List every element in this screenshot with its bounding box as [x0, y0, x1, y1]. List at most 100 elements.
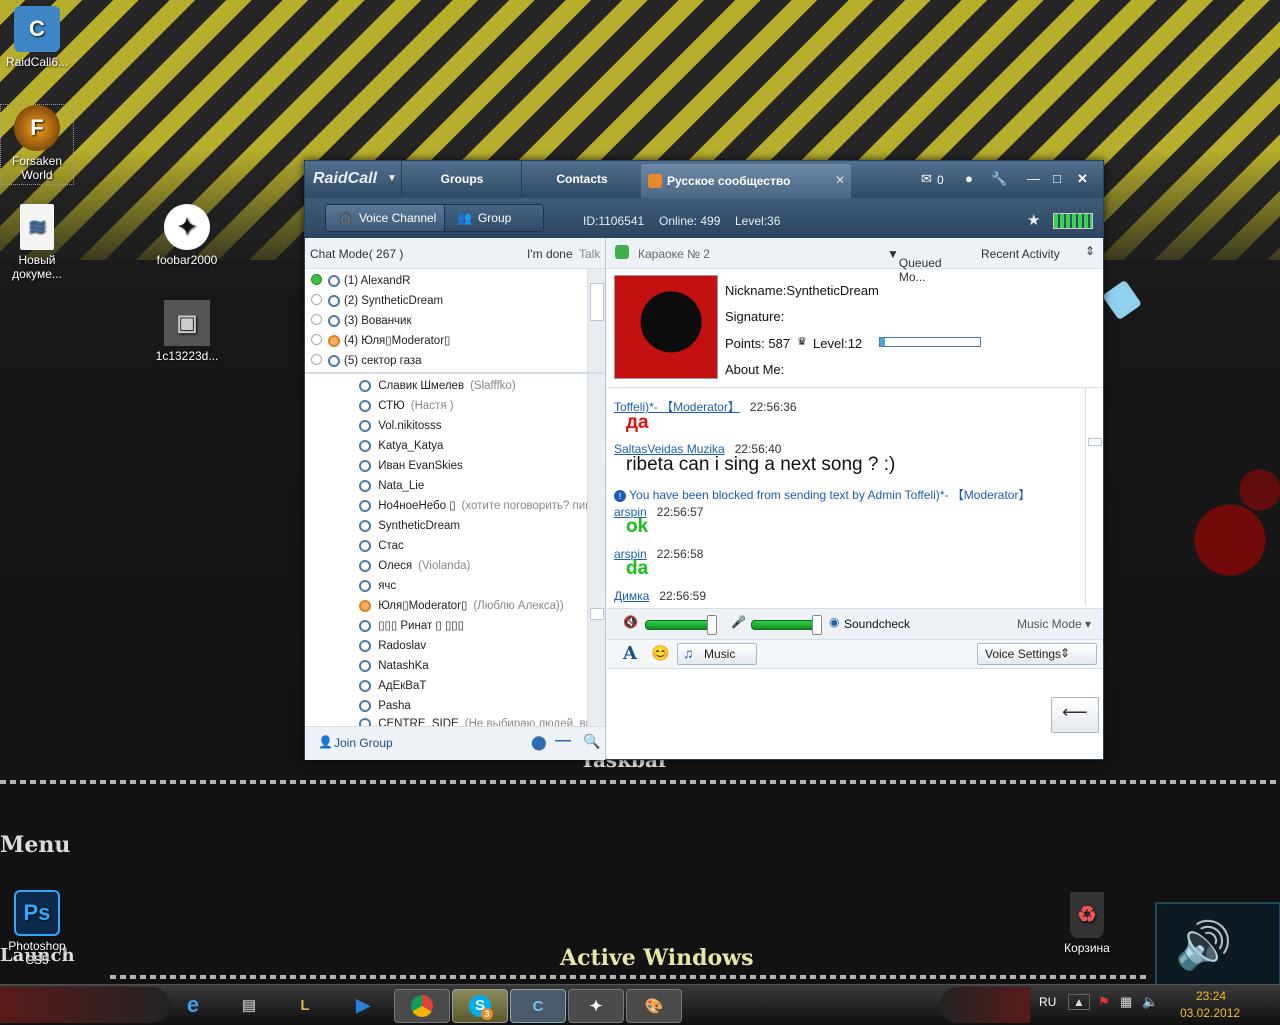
- search-icon[interactable]: 🔍: [583, 733, 600, 750]
- clock-time[interactable]: 23:24: [1196, 989, 1226, 1003]
- list-item[interactable]: Стас: [359, 536, 410, 556]
- clock-date[interactable]: 03.02.2012: [1180, 1006, 1240, 1020]
- music-mode-dropdown[interactable]: Music Mode ▾: [1017, 617, 1091, 631]
- raidcall-taskbar-icon[interactable]: C: [510, 989, 566, 1023]
- list-item[interactable]: ▯▯▯ Ринат ▯ ▯▯▯: [359, 616, 470, 636]
- chrome-taskbar-icon[interactable]: [394, 989, 450, 1023]
- nav-groups[interactable]: Groups: [401, 161, 522, 198]
- desktop-icon-label: RaidCall6...: [5, 55, 69, 69]
- skype-taskbar-icon[interactable]: S 3: [452, 989, 508, 1023]
- message-input[interactable]: [607, 669, 1103, 759]
- recent-activity-tab[interactable]: Recent Activity: [981, 247, 1060, 261]
- minimize-button[interactable]: —: [1027, 171, 1040, 186]
- list-item[interactable]: Славик Шмелев (Slafffko): [359, 376, 516, 396]
- location-pin-icon[interactable]: ⬤: [531, 734, 547, 751]
- paint-taskbar-icon[interactable]: 🎨: [626, 989, 682, 1023]
- list-item[interactable]: CENTRE_SIDE (Не выбираю людей, выб: [359, 714, 600, 726]
- speaker-volume-widget[interactable]: 🔊: [1155, 902, 1280, 988]
- queue-item[interactable]: (3) Вованчик: [311, 311, 412, 331]
- user-icon: [328, 355, 340, 367]
- list-item[interactable]: Pasha: [359, 696, 417, 716]
- group-tab[interactable]: 👥 Group: [444, 204, 544, 232]
- scroll-thumb[interactable]: [590, 608, 604, 620]
- list-item[interactable]: Katya_Katya: [359, 436, 449, 456]
- slider-handle[interactable]: [707, 615, 717, 635]
- show-hidden-icons[interactable]: ▲: [1068, 994, 1090, 1010]
- foobar-taskbar-icon[interactable]: ✦: [568, 989, 624, 1023]
- chat-author-link[interactable]: Димка: [614, 589, 649, 603]
- tab-group-room[interactable]: Русское сообщество ✕: [641, 164, 851, 198]
- list-item[interactable]: Radoslav: [359, 636, 432, 656]
- desktop-icon-video-file[interactable]: ▣ 1c13223d...: [150, 300, 224, 363]
- list-item[interactable]: Олеся (Violanda): [359, 556, 470, 576]
- favorite-star-icon[interactable]: ★: [1027, 211, 1040, 229]
- chat-bubble-icon[interactable]: ●: [965, 171, 973, 186]
- im-done-button[interactable]: I'm done: [527, 247, 573, 261]
- microphone-icon[interactable]: 🎤: [731, 615, 746, 629]
- talk-button[interactable]: Talk: [579, 247, 600, 261]
- desktop-icon-raidcall[interactable]: C RaidCall6...: [0, 6, 74, 69]
- printer-taskbar-icon[interactable]: ▤: [222, 989, 276, 1021]
- group-label: Group: [477, 211, 512, 225]
- list-item[interactable]: Юля▯Moderator▯ (Люблю Алекса)): [359, 596, 564, 616]
- list-item[interactable]: АдЕкВаТ: [359, 676, 432, 696]
- desktop-icon-new-document[interactable]: ≋ Новый докуме...: [0, 204, 74, 281]
- raidcall-logo[interactable]: RaidCall: [313, 170, 377, 188]
- voice-settings-button[interactable]: Voice Settings ⇕: [977, 643, 1097, 665]
- chat-scrollbar[interactable]: [1085, 388, 1103, 606]
- list-item[interactable]: NatashKa: [359, 656, 435, 676]
- volume-icon[interactable]: 🔈: [1142, 994, 1158, 1010]
- send-button[interactable]: ⟵: [1051, 697, 1099, 733]
- music-button[interactable]: ♫ Music: [677, 643, 757, 665]
- list-item[interactable]: СТЮ (Настя ): [359, 396, 454, 416]
- queue-item[interactable]: (5) сектор газа: [311, 351, 422, 371]
- speaker-mute-icon[interactable]: 🔇: [623, 615, 638, 629]
- start-button[interactable]: [0, 987, 170, 1023]
- queue-item[interactable]: (4) Юля▯Moderator▯: [311, 331, 450, 351]
- queue-scrollbar[interactable]: [587, 269, 605, 372]
- list-item[interactable]: ячс: [359, 576, 402, 596]
- desktop-icon-forsaken-world[interactable]: F Forsaken World: [0, 104, 74, 185]
- nav-contacts[interactable]: Contacts: [521, 161, 642, 198]
- close-button[interactable]: ✕: [1077, 171, 1088, 187]
- list-item[interactable]: Nata_Lie: [359, 476, 430, 496]
- desktop-icon-photoshop[interactable]: Ps Photoshop CS5: [0, 890, 74, 967]
- list-item[interactable]: Но4ноеНебо ▯ (хотите поговорить? пиш: [359, 496, 594, 516]
- chat-meta-line: Димка 22:56:59: [614, 589, 706, 603]
- language-indicator[interactable]: RU: [1039, 995, 1056, 1009]
- voice-channel-tab[interactable]: 🎧 Voice Channel: [325, 204, 445, 232]
- emoji-icon[interactable]: 😊: [651, 644, 670, 662]
- slider-handle[interactable]: [812, 615, 822, 635]
- queued-mode-dropdown[interactable]: ▼ Queued Mo...: [887, 247, 942, 284]
- level-progress-fill: [880, 338, 885, 346]
- soundcheck-button[interactable]: Soundcheck: [844, 617, 910, 631]
- list-item[interactable]: SyntheticDream: [359, 516, 466, 536]
- list-item[interactable]: Иван EvanSkies: [359, 456, 469, 476]
- collapse-icon[interactable]: —: [555, 732, 571, 750]
- flag-icon[interactable]: ⚑: [1098, 994, 1110, 1010]
- mail-icon[interactable]: ✉: [921, 171, 932, 187]
- desktop-icon-foobar2000[interactable]: ✦ foobar2000: [150, 204, 224, 267]
- chalk-dash-line: [0, 780, 1280, 784]
- speaker-volume-slider[interactable]: [645, 620, 713, 630]
- scroll-thumb[interactable]: [590, 283, 604, 321]
- list-item[interactable]: Vol.nikitosss: [359, 416, 447, 436]
- panel-toggle-icon[interactable]: ⇕: [1085, 244, 1095, 258]
- tab-close-icon[interactable]: ✕: [835, 173, 845, 187]
- network-icon[interactable]: ▦: [1120, 994, 1132, 1010]
- user-list-scrollbar[interactable]: [587, 374, 605, 726]
- join-group-button[interactable]: Join Group: [334, 736, 393, 750]
- media-player-taskbar-icon[interactable]: ▶: [336, 989, 390, 1021]
- desktop-icon-recycle-bin[interactable]: ♻ Корзина: [1050, 892, 1124, 955]
- queue-item[interactable]: (2) SyntheticDream: [311, 291, 443, 311]
- maximize-button[interactable]: □: [1053, 171, 1061, 186]
- microphone-volume-slider[interactable]: [751, 620, 817, 630]
- logo-menu-arrow-icon[interactable]: ▼: [387, 173, 397, 184]
- queue-item[interactable]: (1) AlexandR: [311, 271, 410, 291]
- ie-taskbar-icon[interactable]: e: [166, 989, 220, 1021]
- font-style-icon[interactable]: A: [623, 643, 637, 664]
- lol-taskbar-icon[interactable]: L: [278, 989, 332, 1021]
- chat-mode-label[interactable]: Chat Mode( 267 ): [310, 247, 403, 261]
- settings-wrench-icon[interactable]: 🔧: [991, 171, 1007, 187]
- scroll-thumb[interactable]: [1088, 438, 1102, 446]
